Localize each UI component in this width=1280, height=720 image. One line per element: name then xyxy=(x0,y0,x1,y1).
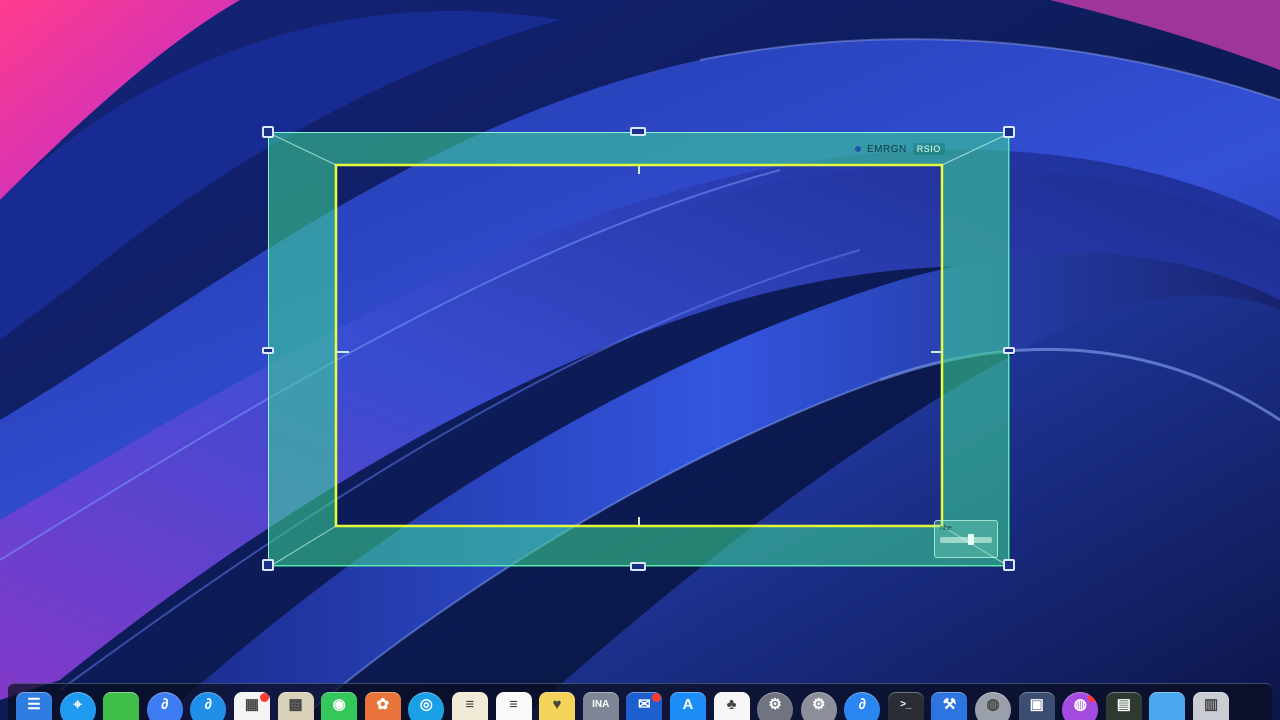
terminal-icon[interactable]: >_ xyxy=(887,692,924,720)
activity-monitor-icon-glyph: ▤ xyxy=(1116,696,1131,713)
safari-blue-icon-glyph: ∂ xyxy=(858,696,866,713)
trash-icon-glyph: ▥ xyxy=(1203,696,1219,713)
preview-icon[interactable]: ▩ xyxy=(277,692,314,720)
xcode-icon[interactable]: ⚒ xyxy=(931,692,968,720)
disk-utility-icon-glyph: ◍ xyxy=(986,696,1000,713)
size-panel-slider[interactable] xyxy=(940,534,992,545)
browser-icon-glyph: ◎ xyxy=(419,696,433,713)
inner-bottom-tick xyxy=(638,517,640,525)
compass-settings-icon[interactable]: ⚙ xyxy=(800,692,837,720)
reminders-icon-glyph: ≡ xyxy=(509,696,518,713)
disk-utility-icon[interactable]: ◍ xyxy=(975,692,1012,720)
finder-icon[interactable]: ☰ xyxy=(16,692,52,720)
resize-handle-top-center[interactable] xyxy=(630,127,646,136)
inner-top-tick xyxy=(638,166,640,174)
browser-icon[interactable]: ◎ xyxy=(408,692,445,720)
resize-handle-bottom-left[interactable] xyxy=(262,559,274,571)
selection-frame-graphic xyxy=(269,133,1010,567)
inner-left-tick xyxy=(335,351,349,353)
messages-icon-glyph: ◉ xyxy=(332,696,346,713)
resize-handle-bottom-right[interactable] xyxy=(1003,559,1015,571)
selection-info-label: EMRGN RSIO xyxy=(855,140,945,158)
text-doc-icon[interactable]: ≡ xyxy=(451,692,488,720)
selection-info-text: EMRGN xyxy=(867,143,907,155)
stickies-icon[interactable]: ♥ xyxy=(539,692,576,720)
safari-icon-glyph: ⌖ xyxy=(73,696,82,713)
image-capture-icon-glyph: ▣ xyxy=(1029,696,1044,713)
notes-green-icon[interactable] xyxy=(103,692,140,720)
link-app-icon-glyph: ∂ xyxy=(204,696,213,713)
image-capture-icon[interactable]: ▣ xyxy=(1018,692,1055,720)
paperclip-app-icon-glyph: ∂ xyxy=(161,696,169,713)
terminal-icon-glyph: >_ xyxy=(900,699,912,710)
resize-handle-middle-right[interactable] xyxy=(1003,347,1015,354)
archive-app-icon-glyph: INA xyxy=(592,699,610,710)
selection-size-panel[interactable]: nhe xyxy=(934,520,998,558)
photos-icon-glyph: ✿ xyxy=(376,696,390,713)
info-dot-icon xyxy=(855,146,861,152)
calendar-icon[interactable]: ▦ xyxy=(233,692,270,720)
activity-monitor-icon[interactable]: ▤ xyxy=(1105,692,1142,720)
resize-handle-top-right[interactable] xyxy=(1003,126,1015,138)
link-app-icon[interactable]: ∂ xyxy=(190,692,227,720)
text-doc-icon-glyph: ≡ xyxy=(465,696,475,713)
xcode-icon-glyph: ⚒ xyxy=(942,696,957,713)
paperclip-app-icon[interactable]: ∂ xyxy=(146,692,183,720)
app-store-icon[interactable]: A xyxy=(669,692,706,720)
system-settings-icon[interactable]: ⚙ xyxy=(757,692,794,720)
archive-app-icon[interactable]: INA xyxy=(582,692,619,720)
podcasts-icon[interactable]: ◍ xyxy=(1062,692,1099,720)
trash-icon[interactable]: ▥ xyxy=(1193,692,1230,720)
folder-icon[interactable] xyxy=(1149,692,1186,720)
reminders-icon[interactable]: ≡ xyxy=(495,692,532,720)
desktop: EMRGN RSIO nhe ☰ ⌖ ∂ ∂ ▦ ▩ ◉ ✿ ◎ ≡ ≡ ♥ INA ✉ A ♣ ⚙ ⚙ ∂ >_ ⚒ ◍… xyxy=(0,0,1280,720)
resize-handle-middle-left[interactable] xyxy=(262,347,274,354)
stickies-icon-glyph: ♥ xyxy=(552,696,562,713)
cards-game-icon-glyph: ♣ xyxy=(726,696,737,713)
inner-right-tick xyxy=(931,351,943,353)
size-panel-slider-knob[interactable] xyxy=(968,534,974,545)
mail-icon[interactable]: ✉ xyxy=(626,692,663,720)
preview-icon-glyph: ▩ xyxy=(288,696,303,713)
cards-game-icon[interactable]: ♣ xyxy=(713,692,750,720)
messages-icon[interactable]: ◉ xyxy=(321,692,358,720)
calendar-icon-badge xyxy=(259,693,269,702)
resize-handle-top-left[interactable] xyxy=(262,126,274,138)
safari-icon[interactable]: ⌖ xyxy=(59,692,96,720)
resize-handle-bottom-center[interactable] xyxy=(630,562,646,571)
selection-info-tag: RSIO xyxy=(912,143,945,155)
system-settings-icon-glyph: ⚙ xyxy=(768,696,782,713)
finder-icon-glyph: ☰ xyxy=(27,696,41,713)
screenshot-selection-frame[interactable] xyxy=(268,132,1010,567)
photos-icon[interactable]: ✿ xyxy=(364,692,401,720)
compass-settings-icon-glyph: ⚙ xyxy=(811,696,826,713)
app-store-icon-glyph: A xyxy=(682,696,694,713)
safari-blue-icon[interactable]: ∂ xyxy=(844,692,881,720)
size-panel-label: nhe xyxy=(940,525,952,532)
dock: ☰ ⌖ ∂ ∂ ▦ ▩ ◉ ✿ ◎ ≡ ≡ ♥ INA ✉ A ♣ ⚙ ⚙ ∂ >_ ⚒ ◍ ▣ ◍ ▤ ▥ xyxy=(8,683,1272,720)
